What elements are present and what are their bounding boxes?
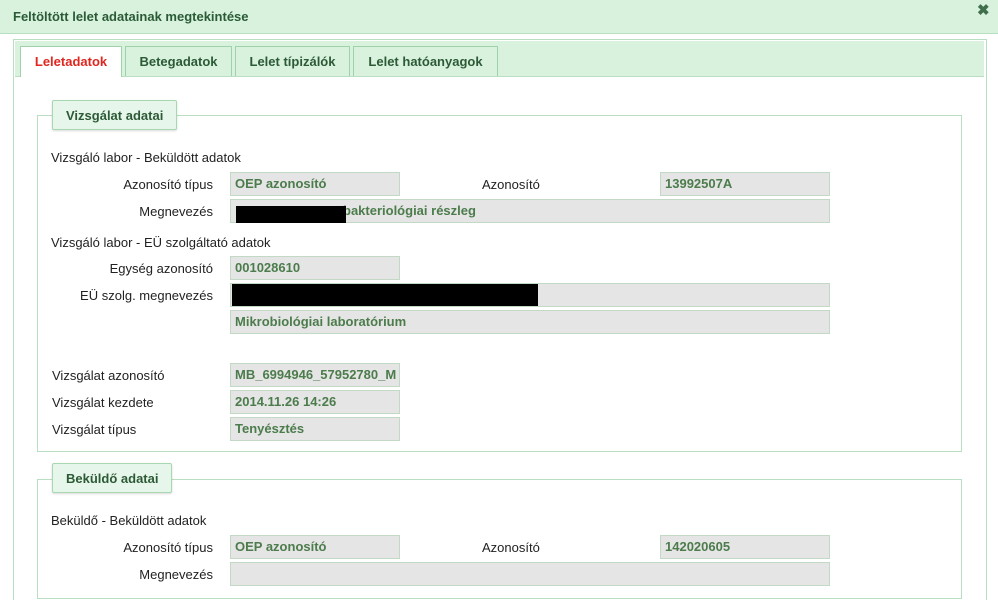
eu-szolg-megnevezes-field-2: Mikrobiológiai laboratórium xyxy=(230,310,830,334)
vizsgalat-adatai-legend: Vizsgálat adatai xyxy=(52,100,178,130)
vizsgalat-azonosito-label: Vizsgálat azonosító xyxy=(52,368,165,383)
tab-bar: Leletadatok Betegadatok Lelet típizálók … xyxy=(15,41,984,77)
eu-szolg-megnevezes-label: EÜ szolg. megnevezés xyxy=(80,288,213,303)
megnevezes-label: Megnevezés xyxy=(139,204,213,219)
tab-lelet-hatoanyagok[interactable]: Lelet hatóanyagok xyxy=(353,46,498,76)
vizsgalo-labor-eu-heading: Vizsgáló labor - EÜ szolgáltató adatok xyxy=(51,235,271,250)
bekuldo-megnevezes-label: Megnevezés xyxy=(139,567,213,582)
egyseg-azonosito-label: Egység azonosító xyxy=(109,261,213,276)
window-title: Feltöltött lelet adatainak megtekintése xyxy=(13,9,249,24)
vizsgalat-kezdete-field: 2014.11.26 14:26 xyxy=(230,390,400,414)
azonosito-tipus-field: OEP azonosító xyxy=(230,172,400,196)
azonosito-label: Azonosító xyxy=(482,177,540,192)
vizsgalat-tipus-field: Tenyésztés xyxy=(230,417,400,441)
tab-leletadatok[interactable]: Leletadatok xyxy=(20,46,122,77)
azonosito-tipus-label: Azonosító típus xyxy=(123,177,213,192)
egyseg-azonosito-field: 001028610 xyxy=(230,256,400,280)
window-titlebar: Feltöltött lelet adatainak megtekintése … xyxy=(0,0,998,34)
bekuldo-adatai-legend: Beküldő adatai xyxy=(52,463,173,493)
azonosito-field: 13992507A xyxy=(660,172,830,196)
close-icon[interactable]: ✖ xyxy=(977,1,990,19)
redaction-bar xyxy=(236,206,346,223)
vizsgalat-tipus-label: Vizsgálat típus xyxy=(52,422,137,437)
bekuldo-bekuldott-heading: Beküldő - Beküldött adatok xyxy=(51,513,207,528)
bekuldo-azonosito-tipus-field: OEP azonosító xyxy=(230,535,400,559)
bekuldo-azonosito-label: Azonosító xyxy=(482,540,540,555)
redaction-bar xyxy=(232,284,538,306)
tab-betegadatok[interactable]: Betegadatok xyxy=(125,46,232,76)
bekuldo-azonosito-field: 142020605 xyxy=(660,535,830,559)
tab-lelet-tipizalok[interactable]: Lelet típizálók xyxy=(235,46,350,76)
vizsgalat-kezdete-label: Vizsgálat kezdete xyxy=(52,395,154,410)
bekuldo-azonosito-tipus-label: Azonosító típus xyxy=(123,540,213,555)
vizsgalat-azonosito-field: MB_6994946_57952780_M xyxy=(230,363,400,387)
vizsgalo-labor-bekuldott-heading: Vizsgáló labor - Beküldött adatok xyxy=(51,150,241,165)
bekuldo-megnevezes-field xyxy=(230,562,830,586)
